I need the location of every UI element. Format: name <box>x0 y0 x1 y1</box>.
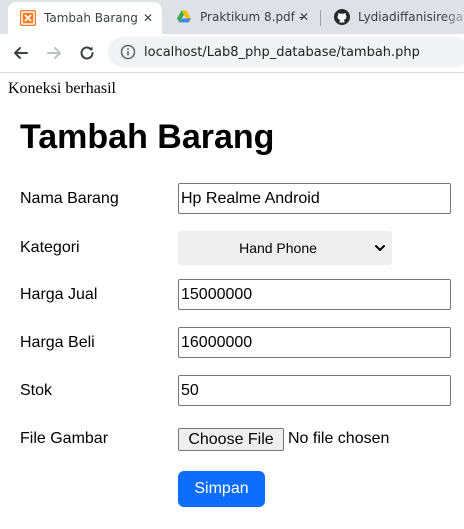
file-status: No file chosen <box>288 430 390 447</box>
reload-icon <box>80 46 94 60</box>
page-title: Tambah Barang <box>20 118 275 156</box>
tab-strip: Tambah Barang ✕ Praktikum 8.pdf - ✕ Lydi… <box>0 0 464 34</box>
browser-toolbar: localhost/Lab8_php_database/tambah.php <box>0 34 464 73</box>
kategori-select[interactable]: Hand Phone <box>178 231 392 265</box>
harga-beli-label: Harga Beli <box>20 334 95 351</box>
address-bar[interactable]: localhost/Lab8_php_database/tambah.php <box>108 37 464 67</box>
tab-tambah-barang[interactable]: Tambah Barang ✕ <box>8 2 162 34</box>
stok-input[interactable] <box>178 375 451 406</box>
url-text: localhost/Lab8_php_database/tambah.php <box>144 45 420 60</box>
reload-button[interactable] <box>75 41 99 65</box>
kategori-label: Kategori <box>20 239 80 256</box>
stok-label: Stok <box>20 382 53 399</box>
tab-github[interactable]: Lydiadiffanisirega <box>322 0 464 34</box>
tab-fade <box>442 0 464 34</box>
github-icon <box>334 9 350 25</box>
chevron-down-icon <box>375 245 385 251</box>
forward-button[interactable] <box>42 41 66 65</box>
nama-barang-label: Nama Barang <box>20 190 119 207</box>
close-icon[interactable]: ✕ <box>296 9 312 25</box>
tab-separator <box>320 10 321 26</box>
tab-praktikum-pdf[interactable]: Praktikum 8.pdf - ✕ <box>164 0 318 34</box>
simpan-button[interactable]: Simpan <box>178 471 265 507</box>
info-icon[interactable] <box>120 44 136 60</box>
choose-file-button[interactable]: Choose File <box>178 428 284 451</box>
harga-jual-label: Harga Jual <box>20 286 98 303</box>
xampp-icon <box>20 10 36 26</box>
file-gambar-label: File Gambar <box>20 430 109 447</box>
harga-jual-input[interactable] <box>178 279 451 310</box>
nama-barang-input[interactable] <box>178 183 451 214</box>
close-icon[interactable]: ✕ <box>140 10 156 26</box>
google-drive-icon <box>176 9 192 25</box>
tab-title: Tambah Barang <box>44 11 138 25</box>
connection-status: Koneksi berhasil <box>8 80 116 97</box>
kategori-selected: Hand Phone <box>239 240 317 256</box>
arrow-left-icon <box>14 47 28 59</box>
tab-title: Praktikum 8.pdf - <box>200 10 304 24</box>
arrow-right-icon <box>47 47 61 59</box>
harga-beli-input[interactable] <box>178 327 451 358</box>
back-button[interactable] <box>9 41 33 65</box>
